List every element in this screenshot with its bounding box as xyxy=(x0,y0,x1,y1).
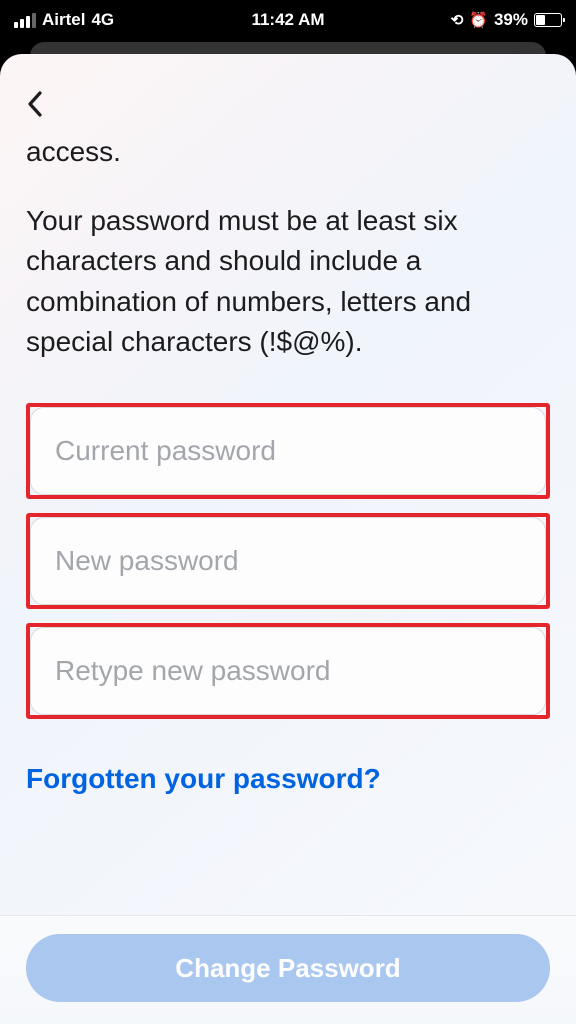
change-password-button[interactable]: Change Password xyxy=(26,934,550,1002)
retype-password-highlight xyxy=(26,623,550,719)
desc-requirements: Your password must be at least six chara… xyxy=(26,201,550,363)
retype-password-input[interactable] xyxy=(30,627,546,715)
forgot-password-link[interactable]: Forgotten your password? xyxy=(26,763,550,795)
change-password-sheet: access. Your password must be at least s… xyxy=(0,54,576,1024)
current-password-highlight xyxy=(26,403,550,499)
signal-icon xyxy=(14,13,36,28)
new-password-input[interactable] xyxy=(30,517,546,605)
password-description: access. Your password must be at least s… xyxy=(26,132,550,363)
chevron-left-icon xyxy=(26,90,44,118)
battery-icon xyxy=(534,13,562,27)
desc-intro: access. xyxy=(26,132,550,173)
battery-percent: 39% xyxy=(494,10,528,30)
network-label: 4G xyxy=(91,10,114,30)
status-left: Airtel 4G xyxy=(14,10,114,30)
back-button[interactable] xyxy=(26,84,66,124)
rotation-lock-icon: ⟲ xyxy=(451,11,464,29)
alarm-icon: ⏰ xyxy=(469,11,488,29)
status-right: ⟲ ⏰ 39% xyxy=(451,10,562,30)
status-bar: Airtel 4G 11:42 AM ⟲ ⏰ 39% xyxy=(0,0,576,40)
carrier-label: Airtel xyxy=(42,10,85,30)
new-password-highlight xyxy=(26,513,550,609)
clock: 11:42 AM xyxy=(251,10,324,30)
current-password-input[interactable] xyxy=(30,407,546,495)
footer-bar: Change Password xyxy=(0,915,576,1024)
